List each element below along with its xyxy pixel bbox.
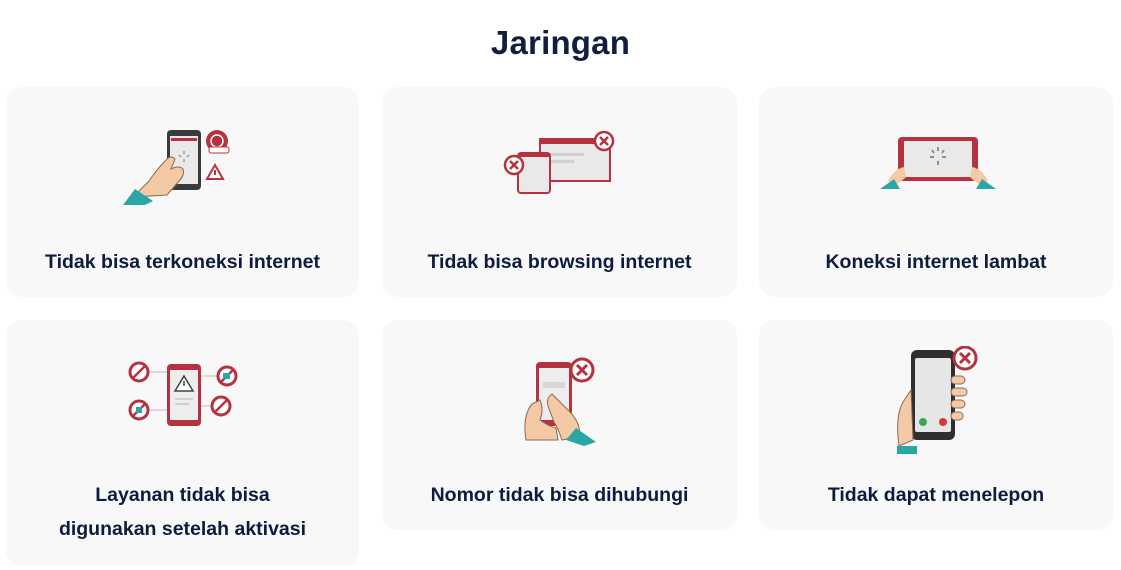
card-cannot-make-calls[interactable]: Tidak dapat menelepon — [759, 320, 1113, 530]
tablet-loading-icon — [880, 137, 996, 189]
card-number-unreachable[interactable]: Nomor tidak bisa dihubungi — [382, 320, 737, 530]
card-cannot-browse-internet[interactable]: Tidak bisa browsing internet — [382, 87, 737, 297]
card-label: Tidak dapat menelepon — [827, 484, 1045, 506]
card-label: Koneksi internet lambat — [825, 251, 1047, 273]
card-label-line-2: digunakan setelah aktivasi — [58, 518, 307, 540]
phone-touch-globe-warning-icon — [122, 130, 229, 205]
card-label: Nomor tidak bisa dihubungi — [430, 484, 689, 506]
page-title: Jaringan — [490, 24, 631, 62]
card-label-line-1: Layanan tidak bisa — [95, 484, 270, 506]
card-label: Tidak bisa terkoneksi internet — [45, 251, 320, 273]
phone-blocked-services-icon — [128, 361, 237, 426]
phone-call-blocked-icon — [897, 346, 978, 454]
card-no-internet-connection[interactable]: Tidak bisa terkoneksi internet — [6, 87, 359, 297]
card-slow-internet-connection[interactable]: Koneksi internet lambat — [759, 87, 1113, 297]
card-service-unusable-after-activation[interactable]: Layanan tidak bisa digunakan setelah akt… — [6, 320, 359, 566]
phone-dial-error-icon — [523, 357, 596, 446]
browser-windows-error-icon — [503, 130, 614, 194]
card-label: Tidak bisa browsing internet — [427, 251, 692, 273]
